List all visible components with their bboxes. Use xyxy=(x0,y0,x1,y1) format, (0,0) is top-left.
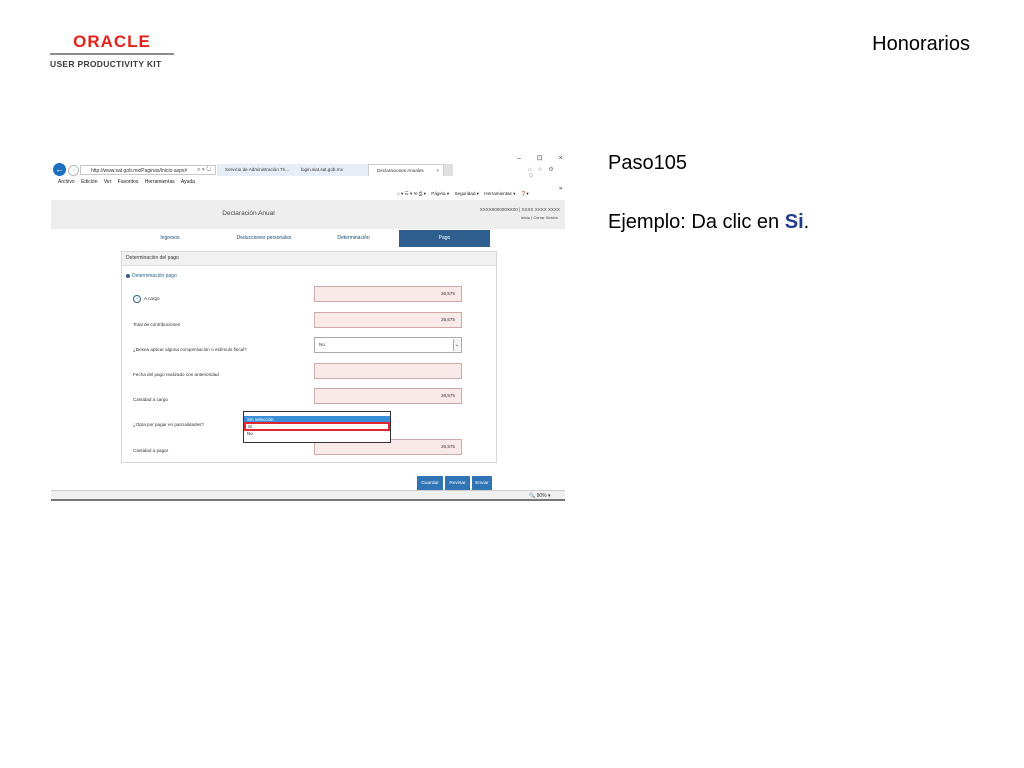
browser-screenshot: ← → http://www.sat.gob.mx/Paginas/Inicio… xyxy=(51,152,565,501)
select-value: No xyxy=(319,342,325,347)
field-a-cargo: 26,575 xyxy=(314,286,462,302)
user-links[interactable]: Inicio | Cerrar Sesión xyxy=(521,215,558,220)
menu-item-favoritos[interactable]: Favoritos xyxy=(118,179,139,185)
menu-item-ayuda[interactable]: Ayuda xyxy=(181,179,195,185)
field-cantidad-cargo: 26,575 xyxy=(314,388,462,404)
search-refresh-icons[interactable]: ⌕ ▾ ↻ xyxy=(197,165,211,175)
row-label-cantidad-cargo: Cantidad a cargo xyxy=(133,397,168,402)
more-chevron-icon[interactable]: » xyxy=(559,186,562,192)
forward-arrow-icon[interactable]: → xyxy=(68,165,79,176)
status-bar-edge xyxy=(51,499,565,501)
tab-close-icon[interactable]: × xyxy=(436,165,439,176)
browser-titlebar: ← → http://www.sat.gob.mx/Paginas/Inicio… xyxy=(51,152,565,186)
oracle-wordmark: ORACLE xyxy=(73,32,151,51)
row-label-cantidad-pagar: Cantidad a pagar xyxy=(133,448,169,453)
browser-tab-login[interactable]: login.siat.sat.gob.mx xyxy=(293,164,368,176)
instruction-text: Ejemplo: Da clic en Si. xyxy=(608,211,809,234)
window-controls[interactable]: – ⊡ × xyxy=(517,154,565,162)
row-label-compensacion: ¿Desea aplicar alguna compensación o est… xyxy=(133,347,247,352)
help-circle-icon[interactable]: ❓▾ xyxy=(521,191,529,196)
menu-item-ver[interactable]: Ver xyxy=(104,179,112,185)
collapse-bullet-icon[interactable] xyxy=(126,273,130,278)
upk-wordmark: USER PRODUCTIVITY KIT xyxy=(50,59,162,69)
oracle-upk-logo: ORACLE USER PRODUCTIVITY KIT xyxy=(50,33,174,69)
app-header: Declaración Anual XXXX000000XX00 | XXXX … xyxy=(51,200,565,229)
address-bar[interactable]: http://www.sat.gob.mx/Paginas/Inicio.asp… xyxy=(80,165,216,175)
row-label-a-cargo: ? A cargo xyxy=(133,295,160,303)
chevron-down-icon[interactable]: ⌄ xyxy=(453,339,460,351)
tab-pago[interactable]: Pago xyxy=(399,230,490,247)
row-label-text: A cargo xyxy=(144,296,160,302)
tab-label: Declaraciones Anuales xyxy=(377,168,424,173)
field-total-contribuciones: 26,575 xyxy=(314,312,462,328)
menu-bar: Archivo Edición Ver Favoritos Herramient… xyxy=(58,179,200,185)
tab-label: Servicio de Administración Tri... xyxy=(225,167,290,172)
browser-tab-declaraciones[interactable]: Declaraciones Anuales × xyxy=(368,164,444,176)
section-title-text: Determinación pago xyxy=(132,273,177,279)
instruction-suffix: . xyxy=(803,211,810,233)
tab-label: login.siat.sat.gob.mx xyxy=(301,167,343,172)
tab-determinacion[interactable]: Determinación xyxy=(308,230,399,247)
rfc-label: XXXX000000XX00 | XXXX XXXX XXXX xyxy=(479,207,560,212)
command-pagina[interactable]: Página ▾ xyxy=(431,191,449,196)
command-seguridad[interactable]: Seguridad ▾ xyxy=(454,191,479,196)
toolbar-icons[interactable]: ⌂ ▾ ☰ ▾ ✉ ⎙ ▾ xyxy=(397,191,426,196)
instruction-prefix: Ejemplo: Da clic en xyxy=(608,211,785,233)
tab-deducciones[interactable]: Deducciones personales xyxy=(220,230,308,247)
section-title: Determinación pago xyxy=(126,273,177,279)
browser-tab-sat[interactable]: Servicio de Administración Tri... xyxy=(217,164,293,176)
row-label-total-contribuciones: Total de contribuciones xyxy=(133,322,180,327)
revisar-button[interactable]: Revisar xyxy=(445,476,470,491)
select-compensacion[interactable]: No ⌄ xyxy=(314,337,462,353)
menu-item-archivo[interactable]: Archivo xyxy=(58,179,75,185)
dropdown-option-sin-seleccion[interactable]: Sin selección xyxy=(244,416,390,423)
instruction-target: Si xyxy=(784,211,804,233)
home-star-gear-icons[interactable]: ⌂ ☆ ⚙ ☺ xyxy=(528,166,565,179)
enviar-button[interactable]: Enviar xyxy=(472,476,492,491)
tab-ingresos[interactable]: Ingresos xyxy=(120,230,220,247)
app-tabs: Ingresos Deducciones personales Determin… xyxy=(120,230,490,247)
row-label-fecha-pago: Fecha del pago realizado con anteriorida… xyxy=(133,372,219,377)
back-arrow-icon[interactable]: ← xyxy=(53,163,66,176)
command-herramientas[interactable]: Herramientas ▾ xyxy=(484,191,515,196)
guardar-button[interactable]: Guardar xyxy=(417,476,443,491)
step-title: Paso105 xyxy=(608,152,687,174)
row-label-parcialidades: ¿Opta por pagar en parcialidades? xyxy=(133,422,204,427)
slide-title: Honorarios xyxy=(872,33,970,55)
app-title: Declaración Anual xyxy=(222,210,275,217)
panel-title: Determinación del pago xyxy=(122,252,496,266)
menu-item-edicion[interactable]: Edición xyxy=(81,179,97,185)
new-tab-button[interactable] xyxy=(444,164,453,176)
field-fecha-pago[interactable] xyxy=(314,363,462,379)
command-items: ⌂ ▾ ☰ ▾ ✉ ⎙ ▾ Página ▾ Seguridad ▾ Herra… xyxy=(397,191,533,197)
logo-divider xyxy=(50,53,174,55)
dropdown-option-si[interactable]: Si xyxy=(244,422,390,431)
help-question-icon[interactable]: ? xyxy=(133,295,141,303)
parcialidades-dropdown[interactable]: Sin selección Si No xyxy=(243,411,391,443)
menu-item-herramientas[interactable]: Herramientas xyxy=(145,179,175,185)
dropdown-option-no[interactable]: No xyxy=(244,430,390,437)
